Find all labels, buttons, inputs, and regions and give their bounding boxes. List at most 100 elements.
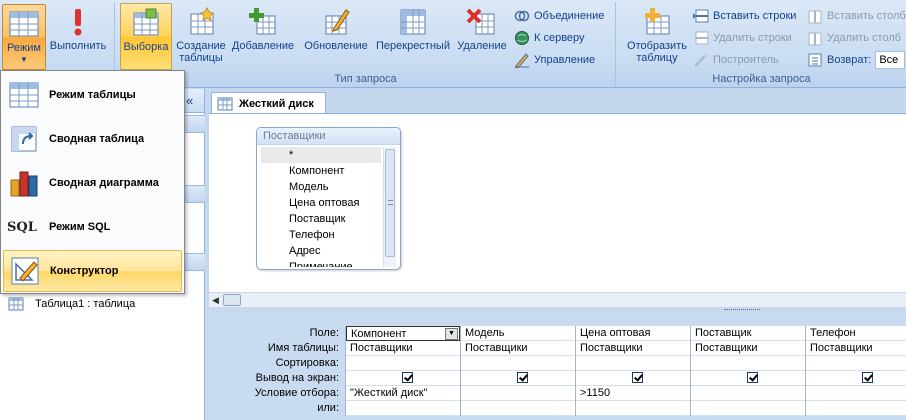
delete-rows-button[interactable]: Удалить строки <box>693 28 792 48</box>
or-cell[interactable] <box>461 401 575 416</box>
union-label: Объединение <box>534 10 605 22</box>
run-button[interactable]: Выполнить <box>46 6 110 52</box>
or-cell[interactable] <box>806 401 906 416</box>
document-tab[interactable]: Жесткий диск <box>211 92 326 114</box>
nav-group-bar[interactable] <box>184 185 205 203</box>
horizontal-scrollbar[interactable]: ◀ <box>209 292 906 307</box>
delete-query-button[interactable]: Удаление <box>454 6 510 52</box>
row-label-sort: Сортировка: <box>275 357 339 369</box>
show-cell[interactable] <box>806 371 906 386</box>
nav-group-bar[interactable] <box>184 115 205 133</box>
sort-cell[interactable] <box>461 356 575 371</box>
row-label-field: Поле: <box>309 327 339 339</box>
show-table-button[interactable]: Отобразить таблицу <box>621 6 693 64</box>
grid-column: Компонент ▼ Поставщики "Жесткий диск" <box>345 326 460 416</box>
show-cell[interactable] <box>691 371 805 386</box>
return-select[interactable]: Все <box>875 51 906 69</box>
make-table-button[interactable]: Создание таблицы <box>174 6 228 64</box>
show-cell[interactable] <box>461 371 575 386</box>
field-list-item[interactable]: * <box>261 147 381 163</box>
field-list-item[interactable]: Компонент <box>261 163 381 179</box>
table-cell[interactable]: Поставщики <box>576 341 690 356</box>
nav-item-table1-label: Таблица1 : таблица <box>35 298 136 310</box>
pass-through-button[interactable]: К серверу <box>514 28 585 48</box>
show-checkbox[interactable] <box>402 372 413 383</box>
sql-icon: SQL <box>7 210 41 244</box>
insert-rows-button[interactable]: Вставить строки <box>693 6 796 26</box>
table-cell[interactable]: Поставщики <box>461 341 575 356</box>
or-cell[interactable] <box>576 401 690 416</box>
menu-item-pivot-chart[interactable]: Сводная диаграмма <box>3 162 182 204</box>
field-list-item[interactable]: Цена оптовая <box>261 195 381 211</box>
table-cell[interactable]: Поставщики <box>346 341 460 356</box>
union-button[interactable]: Объединение <box>514 6 604 26</box>
or-cell[interactable] <box>346 401 460 416</box>
or-cell[interactable] <box>691 401 805 416</box>
grid-column: Цена оптовая Поставщики >1150 <box>575 326 690 416</box>
sort-cell[interactable] <box>691 356 805 371</box>
field-cell[interactable]: Телефон <box>806 326 906 341</box>
datasheet-view-icon <box>8 8 40 40</box>
select-button[interactable]: Выборка <box>120 3 172 70</box>
nav-item-table1[interactable]: Таблица1 : таблица <box>8 297 135 311</box>
builder-button[interactable]: Построитель <box>693 50 779 70</box>
menu-item-design-label: Конструктор <box>50 265 119 277</box>
field-cell[interactable]: Поставщик <box>691 326 805 341</box>
show-checkbox[interactable] <box>517 372 528 383</box>
field-cell[interactable]: Цена оптовая <box>576 326 690 341</box>
insert-columns-button[interactable]: Вставить столб <box>807 6 906 26</box>
field-list-item[interactable]: Модель <box>261 179 381 195</box>
scroll-left-arrow-icon[interactable]: ◀ <box>212 295 219 306</box>
criteria-cell[interactable] <box>691 386 805 401</box>
nav-group-bar[interactable] <box>184 253 205 271</box>
menu-item-design[interactable]: Конструктор <box>3 250 182 292</box>
insert-rows-label: Вставить строки <box>713 10 797 22</box>
sql-icon-text: SQL <box>7 219 37 235</box>
field-cell[interactable]: Модель <box>461 326 575 341</box>
dropdown-arrow-icon[interactable]: ▼ <box>445 328 458 340</box>
delete-columns-button[interactable]: Удалить столб <box>807 28 901 48</box>
show-checkbox[interactable] <box>862 372 873 383</box>
make-table-icon <box>185 6 217 38</box>
delete-x-icon <box>466 6 498 38</box>
field-list-suppliers[interactable]: Поставщики * Компонент Модель Цена оптов… <box>256 127 401 270</box>
grid-row-labels: Поле: Имя таблицы: Сортировка: Вывод на … <box>209 326 342 416</box>
field-list-item[interactable]: Поставщик <box>261 211 381 227</box>
field-cell[interactable]: Компонент ▼ <box>346 326 460 341</box>
table-cell[interactable]: Поставщики <box>691 341 805 356</box>
mode-button[interactable]: Режим ▼ <box>2 4 46 70</box>
field-list-item[interactable]: Примечание <box>261 259 381 267</box>
criteria-cell[interactable]: "Жесткий диск" <box>346 386 460 401</box>
criteria-cell[interactable] <box>461 386 575 401</box>
scroll-thumb[interactable] <box>385 149 395 257</box>
field-list-item[interactable]: Адрес <box>261 243 381 259</box>
collapse-nav-button[interactable]: « <box>186 93 193 108</box>
show-checkbox[interactable] <box>632 372 643 383</box>
show-cell[interactable] <box>576 371 690 386</box>
show-checkbox[interactable] <box>747 372 758 383</box>
menu-item-sql[interactable]: SQL Режим SQL <box>3 206 182 248</box>
update-button[interactable]: Обновление <box>300 6 372 52</box>
criteria-cell[interactable]: >1150 <box>576 386 690 401</box>
query-type-group: Выборка Создание таблицы Добавление Обно… <box>116 2 616 86</box>
scroll-thumb[interactable] <box>223 294 241 306</box>
sort-cell[interactable] <box>806 356 906 371</box>
menu-item-pivot-table[interactable]: Сводная таблица <box>3 118 182 160</box>
field-list-item[interactable]: Телефон <box>261 227 381 243</box>
table-cell[interactable]: Поставщики <box>806 341 906 356</box>
menu-item-datasheet[interactable]: Режим таблицы <box>3 74 182 116</box>
insert-columns-icon <box>807 8 823 24</box>
crosstab-button[interactable]: Перекрестный <box>374 6 452 52</box>
insert-rows-icon <box>693 8 709 24</box>
criteria-cell[interactable] <box>806 386 906 401</box>
append-button[interactable]: Добавление <box>228 6 298 52</box>
splitter-grip-icon <box>724 309 760 311</box>
show-cell[interactable] <box>346 371 460 386</box>
wand-icon <box>693 52 709 68</box>
grid-column: Поставщик Поставщики <box>690 326 805 416</box>
exclamation-icon <box>62 6 94 38</box>
sort-cell[interactable] <box>346 356 460 371</box>
data-definition-button[interactable]: Управление <box>514 50 595 70</box>
sort-cell[interactable] <box>576 356 690 371</box>
field-list-scrollbar[interactable] <box>383 147 396 267</box>
